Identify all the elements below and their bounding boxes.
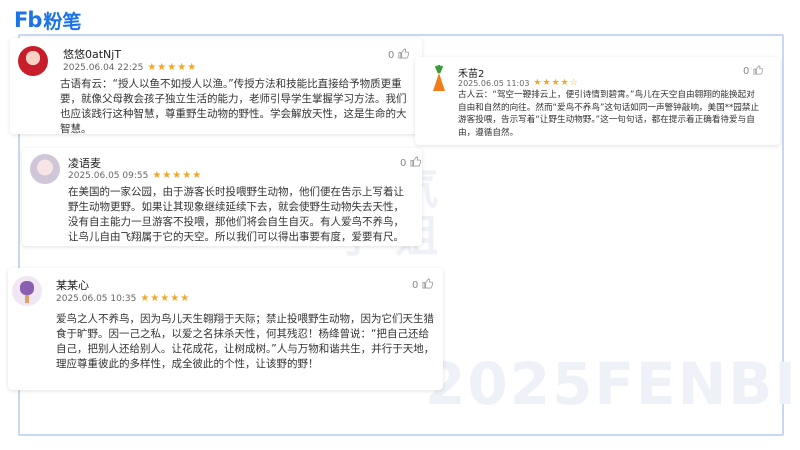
comment-text: 古人云：“驾空一鞭排云上，便引诗情到碧霄。”鸟儿在天空自由翱翔的能换起对自由和自…	[458, 90, 760, 138]
like-control[interactable]: 0	[400, 156, 422, 170]
like-count: 0	[400, 157, 407, 169]
like-control[interactable]: 0	[412, 278, 434, 292]
comment-date: 2025.06.04 22:25	[63, 62, 144, 73]
like-control[interactable]: 0	[388, 48, 410, 62]
carrot-avatar-icon[interactable]	[424, 64, 454, 94]
comment-text: 爱鸟之人不养鸟，因为鸟儿天生翱翔于天际；禁止投喂野生动物，因为它们天生猎食于旷野…	[56, 313, 435, 370]
like-count: 0	[412, 279, 419, 291]
comment-date: 2025.06.05 09:55	[68, 170, 149, 181]
comment-user[interactable]: 某某心	[56, 277, 89, 293]
comment-text: 在美国的一家公园，由于游客长时投喂野生动物，他们便在告示上写着让野生动物更野。如…	[68, 186, 404, 243]
comment-text: 古语有云：“授人以鱼不如授人以渔。”传授方法和技能比直接给予物质更重要，就像父母…	[60, 78, 407, 135]
rating-stars: ★★★★★	[152, 170, 203, 181]
comment-date: 2025.06.05 10:35	[56, 293, 137, 304]
comment-meta: 2025.06.05 11:03 ★★★★☆	[458, 78, 579, 88]
comment-card: 凌语麦 2025.06.05 09:55 ★★★★★ 0 在美国的一家公园，由于…	[22, 148, 422, 246]
avatar-red-icon[interactable]	[18, 46, 48, 76]
comment-meta: 2025.06.04 22:25 ★★★★★	[63, 62, 197, 73]
comment-date: 2025.06.05 11:03	[458, 78, 530, 88]
comment-card: 某某心 2025.06.05 10:35 ★★★★★ 0 爱鸟之人不养鸟，因为鸟…	[8, 268, 443, 390]
comment-user[interactable]: 凌语麦	[68, 155, 101, 171]
like-control[interactable]: 0	[743, 65, 764, 78]
rating-stars: ★★★★★	[147, 62, 198, 73]
rating-stars: ★★★★★	[140, 293, 191, 304]
fenbi-logo: Fb 粉笔	[14, 8, 82, 33]
thumbs-up-icon[interactable]	[410, 156, 422, 170]
comment-meta: 2025.06.05 09:55 ★★★★★	[68, 170, 202, 181]
rating-stars: ★★★★☆	[533, 78, 579, 88]
logo-text: 粉笔	[43, 10, 82, 33]
thumbs-up-icon[interactable]	[422, 278, 434, 292]
comment-card: 禾苗2 2025.06.05 11:03 ★★★★☆ 0 古人云：“驾空一鞭排云…	[415, 57, 780, 145]
comment-meta: 2025.06.05 10:35 ★★★★★	[56, 293, 190, 304]
thumbs-up-icon[interactable]	[753, 65, 764, 78]
comment-card: 悠悠0atNjT 2025.06.04 22:25 ★★★★★ 0 古语有云：“…	[10, 38, 422, 135]
thumbs-up-icon[interactable]	[398, 48, 410, 62]
comment-user[interactable]: 悠悠0atNjT	[63, 46, 121, 62]
logo-mark: Fb	[14, 8, 42, 32]
avatar-icecream-icon[interactable]	[12, 276, 42, 306]
avatar-girl-icon[interactable]	[30, 154, 60, 184]
like-count: 0	[388, 49, 395, 61]
like-count: 0	[743, 66, 750, 77]
